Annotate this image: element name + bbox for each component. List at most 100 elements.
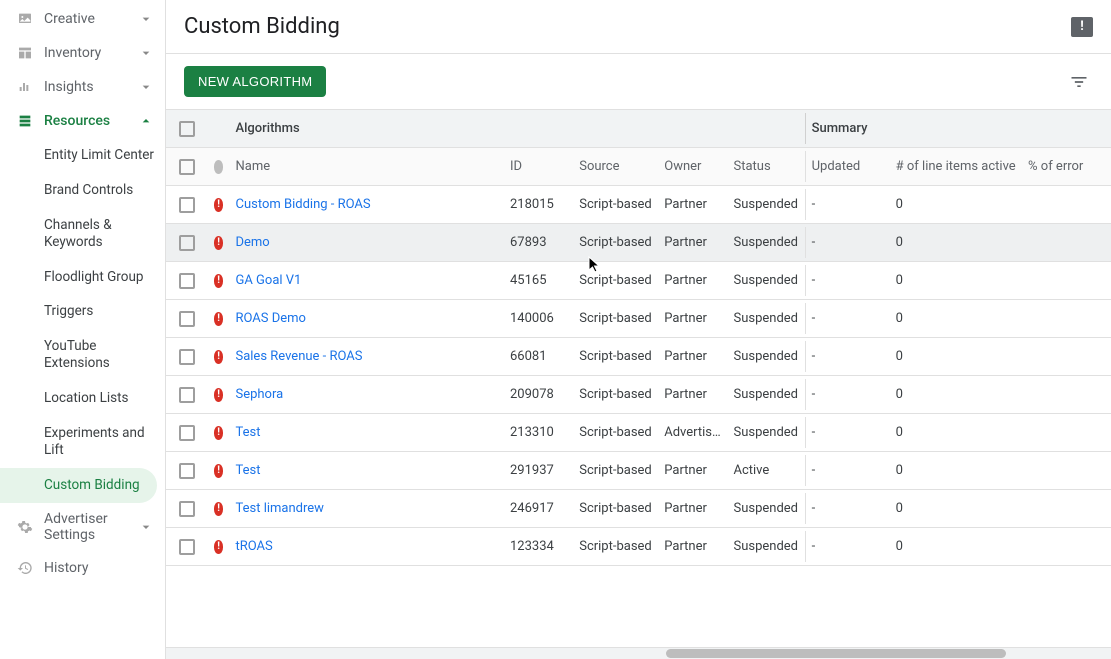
cell-status: Suspended [727,265,804,296]
cell-source: Script-based [573,379,658,410]
table-row[interactable]: !Sephora209078Script-basedPartnerSuspend… [166,376,1111,414]
cell-id: 67893 [504,227,573,258]
horizontal-scrollbar[interactable] [166,647,1111,659]
algorithm-link[interactable]: Sales Revenue - ROAS [235,349,362,364]
algorithm-link[interactable]: GA Goal V1 [235,273,301,288]
table-row[interactable]: !ROAS Demo140006Script-basedPartnerSuspe… [166,300,1111,338]
gear-icon [16,518,34,536]
row-checkbox[interactable] [166,341,208,373]
error-icon: ! [208,266,230,296]
sidebar-item-label: Insights [44,79,137,95]
table-row[interactable]: !Test limandrew246917Script-basedPartner… [166,490,1111,528]
error-icon: ! [208,304,230,334]
cell-pct-error [1022,273,1111,289]
algorithm-link[interactable]: Test [235,425,260,440]
col-status[interactable]: Status [727,151,804,182]
sidebar-subitem-custom-bidding[interactable]: Custom Bidding [0,468,157,503]
algorithm-link[interactable]: tROAS [235,539,272,554]
algorithms-table: Algorithms Summary NameIDSourceOwnerStatus… [166,110,1111,647]
sidebar-subitem-triggers[interactable]: Triggers [0,294,165,329]
info-icon [208,152,230,182]
group-algorithms-label: Algorithms [229,113,504,144]
col-updated[interactable]: Updated [805,151,890,182]
toolbar: NEW ALGORITHM [166,54,1111,110]
row-checkbox[interactable] [166,493,208,525]
sidebar-subitem-channels-keywords[interactable]: Channels & Keywords [0,208,165,260]
page-title: Custom Bidding [184,14,1071,39]
sidebar-item-advertiser-settings[interactable]: Advertiser Settings [0,503,165,551]
sidebar-item-insights[interactable]: Insights [0,70,165,104]
new-algorithm-button[interactable]: NEW ALGORITHM [184,66,326,97]
sidebar-subitem-youtube-extensions[interactable]: YouTube Extensions [0,329,165,381]
table-row[interactable]: !Test291937Script-basedPartnerActive-0 [166,452,1111,490]
chevron-down-icon [137,519,155,535]
group-summary-label: Summary [805,113,890,144]
cell-pct-error [1022,539,1111,555]
sidebar-subitem-entity-limit-center[interactable]: Entity Limit Center [0,138,165,173]
cell-pct-error [1022,311,1111,327]
row-checkbox[interactable] [166,189,208,221]
history-icon [16,559,34,577]
cell-source: Script-based [573,189,658,220]
cell-owner: Partner [658,265,727,296]
cell-updated: - [805,341,890,372]
feedback-icon[interactable]: ! [1071,17,1093,37]
table-row[interactable]: !Demo67893Script-basedPartnerSuspended-0 [166,224,1111,262]
col-id[interactable]: ID [504,151,573,182]
cell-status: Active [727,455,804,486]
table-row[interactable]: !tROAS123334Script-basedPartnerSuspended… [166,528,1111,566]
cell-status: Suspended [727,303,804,334]
resources-icon [16,112,34,130]
row-checkbox[interactable] [166,227,208,259]
row-checkbox[interactable] [166,455,208,487]
col-line-items[interactable]: # of line items active [890,151,1022,182]
row-checkbox[interactable] [166,531,208,563]
select-all-checkbox[interactable] [166,113,208,145]
sidebar-subitem-brand-controls[interactable]: Brand Controls [0,173,165,208]
cell-pct-error [1022,349,1111,365]
cell-source: Script-based [573,531,658,562]
sidebar-item-history[interactable]: History [0,551,165,585]
select-all-checkbox[interactable] [166,151,208,183]
table-row[interactable]: !Test213310Script-basedAdvertiserSuspend… [166,414,1111,452]
cell-id: 66081 [504,341,573,372]
cell-status: Suspended [727,341,804,372]
table-row[interactable]: !GA Goal V145165Script-basedPartnerSuspe… [166,262,1111,300]
inventory-icon [16,44,34,62]
sidebar-subitem-floodlight-group[interactable]: Floodlight Group [0,260,165,295]
col-source[interactable]: Source [573,151,658,182]
cell-id: 209078 [504,379,573,410]
row-checkbox[interactable] [166,303,208,335]
col-pct-error[interactable]: % of error [1022,151,1111,182]
cell-updated: - [805,189,890,220]
row-checkbox[interactable] [166,417,208,449]
algorithm-link[interactable]: Sephora [235,387,283,402]
cell-owner: Partner [658,493,727,524]
error-icon: ! [208,342,230,372]
cell-updated: - [805,227,890,258]
cell-owner: Partner [658,189,727,220]
cell-line-items: 0 [890,417,1022,448]
algorithm-link[interactable]: Custom Bidding - ROAS [235,197,370,212]
sidebar-item-inventory[interactable]: Inventory [0,36,165,70]
table-row[interactable]: !Sales Revenue - ROAS66081Script-basedPa… [166,338,1111,376]
col-owner[interactable]: Owner [658,151,727,182]
table-group-header: Algorithms Summary [166,110,1111,148]
cell-line-items: 0 [890,227,1022,258]
cell-owner: Partner [658,341,727,372]
algorithm-link[interactable]: ROAS Demo [235,311,305,326]
sidebar-subitem-location-lists[interactable]: Location Lists [0,381,165,416]
row-checkbox[interactable] [166,265,208,297]
algorithm-link[interactable]: Test limandrew [235,501,323,516]
error-icon: ! [208,532,230,562]
sidebar-subitem-experiments-and-lift[interactable]: Experiments and Lift [0,416,165,468]
algorithm-link[interactable]: Test [235,463,260,478]
table-row[interactable]: !Custom Bidding - ROAS218015Script-based… [166,186,1111,224]
col-name[interactable]: Name [229,151,504,182]
sidebar-item-resources[interactable]: Resources [0,104,165,138]
algorithm-link[interactable]: Demo [235,235,269,250]
table-column-header: NameIDSourceOwnerStatusUpdated# of line … [166,148,1111,186]
sidebar-item-creative[interactable]: Creative [0,2,165,36]
row-checkbox[interactable] [166,379,208,411]
filter-icon[interactable] [1065,68,1093,96]
